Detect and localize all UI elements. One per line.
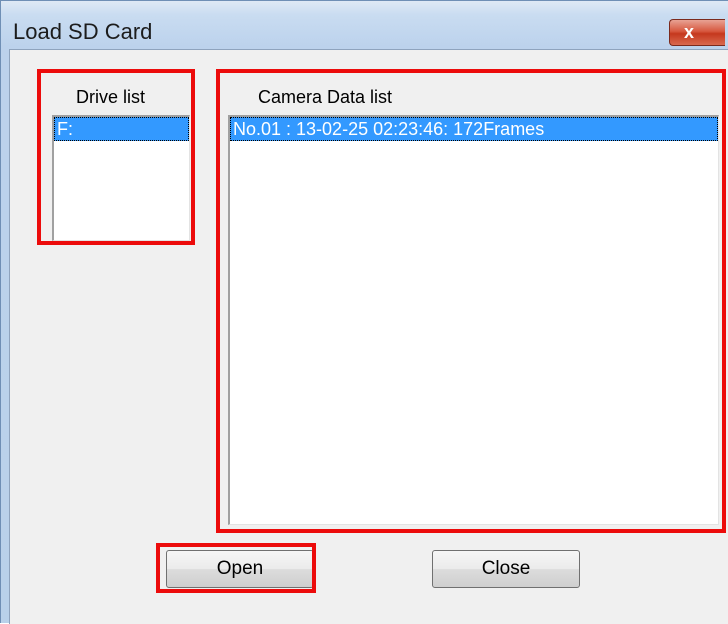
camera-data-list-highlight	[216, 69, 726, 533]
load-sd-card-dialog: Load SD Card x Drive list F: Camera Data…	[0, 0, 728, 624]
close-button[interactable]: Close	[432, 550, 580, 588]
drive-list-highlight	[37, 69, 195, 245]
close-icon[interactable]: x	[669, 19, 725, 46]
open-button-highlight	[156, 543, 316, 593]
window-title: Load SD Card	[13, 19, 153, 44]
